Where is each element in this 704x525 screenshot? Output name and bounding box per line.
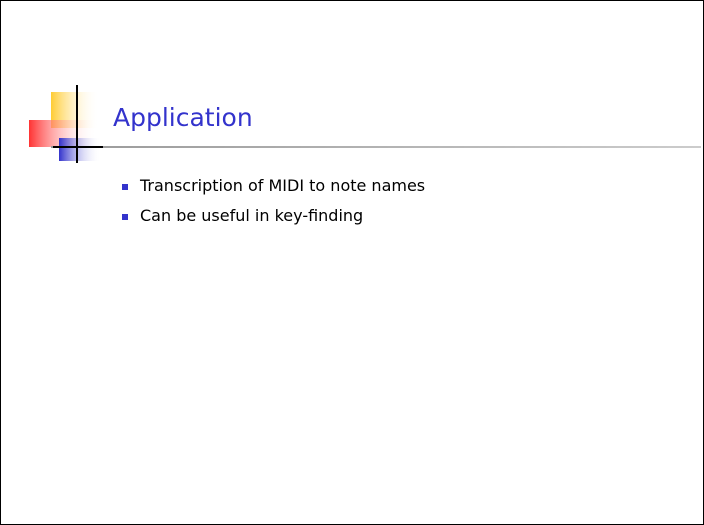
deco-red-block xyxy=(29,120,97,147)
title-rule xyxy=(51,146,701,148)
bullet-item: Can be useful in key-finding xyxy=(120,205,425,235)
slide: Application Transcription of MIDI to not… xyxy=(0,0,704,525)
deco-yellow-block xyxy=(51,92,99,128)
deco-blue-block xyxy=(59,138,101,161)
deco-cross-horizontal xyxy=(53,146,103,148)
bullet-text: Can be useful in key-finding xyxy=(140,206,364,225)
bullet-list: Transcription of MIDI to note names Can … xyxy=(120,175,425,235)
slide-title: Application xyxy=(113,103,253,132)
bullet-square-icon xyxy=(122,214,128,220)
bullet-square-icon xyxy=(122,184,128,190)
bullet-text: Transcription of MIDI to note names xyxy=(140,176,426,195)
bullet-item: Transcription of MIDI to note names xyxy=(120,175,425,205)
title-decoration xyxy=(29,85,701,163)
deco-cross-vertical xyxy=(76,85,78,163)
